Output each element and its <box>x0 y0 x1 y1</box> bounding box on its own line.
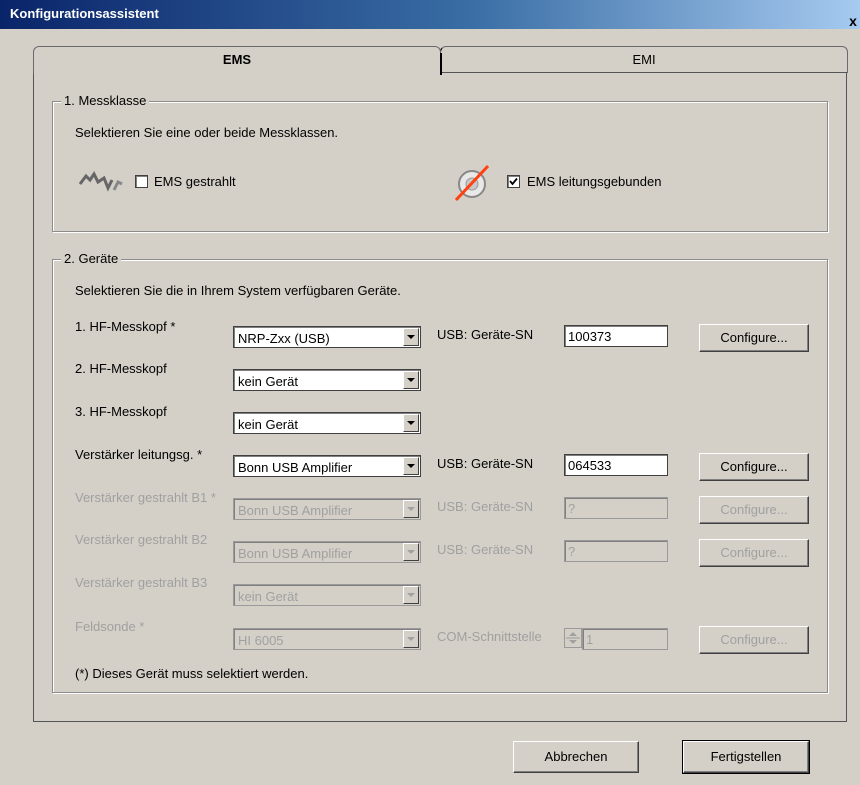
configure-button-verstaerker-gestrahlt-b1[interactable]: Configure... <box>699 496 809 524</box>
device-select-hf-messkopf-3[interactable]: kein Gerät <box>233 412 421 434</box>
device-select-verstaerker-gestrahlt-b3[interactable]: kein Gerät <box>233 584 421 606</box>
geraete-instruction: Selektieren Sie die in Ihrem System verf… <box>75 283 401 298</box>
row-label-hf-messkopf-2: 2. HF-Messkopf <box>75 361 167 376</box>
spinner-arrows-icon <box>566 632 580 644</box>
sn-input-verstaerker-leitungsg[interactable]: 064533 <box>564 454 668 476</box>
chevron-down-icon[interactable] <box>403 500 419 518</box>
device-select-hf-messkopf-1[interactable]: NRP-Zxx (USB) <box>233 326 421 348</box>
chevron-down-icon[interactable] <box>403 371 419 389</box>
chevron-down-icon[interactable] <box>403 414 419 432</box>
iface-label-feldsonde: COM-Schnittstelle <box>437 629 542 644</box>
device-select-feldsonde[interactable]: HI 6005 <box>233 628 421 650</box>
row-label-verstaerker-leitungsg: Verstärker leitungsg. * <box>75 447 203 462</box>
checkbox-ems-leitungsgebunden[interactable] <box>507 175 520 188</box>
finish-button[interactable]: Fertigstellen <box>682 740 810 774</box>
row-label-verstaerker-gestrahlt-b3: Verstärker gestrahlt B3 <box>75 575 208 590</box>
iface-label-hf-messkopf-1: USB: Geräte-SN <box>437 327 534 342</box>
radiated-wave-icon <box>78 170 124 194</box>
row-label-verstaerker-gestrahlt-b1: Verstärker gestrahlt B1 * <box>75 490 216 505</box>
window-title: Konfigurationsassistent <box>10 6 159 21</box>
row-label-hf-messkopf-1: 1. HF-Messkopf * <box>75 319 176 334</box>
check-icon <box>509 177 518 186</box>
row-label-hf-messkopf-3: 3. HF-Messkopf <box>75 404 167 419</box>
com-port-spinner[interactable] <box>564 628 582 648</box>
group-geraete: 2. Geräte Selektieren Sie die in Ihrem S… <box>52 251 828 693</box>
row-label-feldsonde: Feldsonde * <box>75 619 145 634</box>
chevron-down-icon[interactable] <box>403 457 419 475</box>
device-select-verstaerker-gestrahlt-b1[interactable]: Bonn USB Amplifier <box>233 498 421 520</box>
device-select-verstaerker-gestrahlt-b2[interactable]: Bonn USB Amplifier <box>233 541 421 563</box>
group-label-messklasse: 1. Messklasse <box>61 93 150 108</box>
title-bar: Konfigurationsassistent <box>0 0 860 29</box>
configure-button-verstaerker-leitungsg[interactable]: Configure... <box>699 453 809 481</box>
cancel-button[interactable]: Abbrechen <box>513 741 639 773</box>
configure-button-verstaerker-gestrahlt-b2[interactable]: Configure... <box>699 539 809 567</box>
tab-emi[interactable]: EMI <box>440 46 848 73</box>
device-select-verstaerker-leitungsg[interactable]: Bonn USB Amplifier <box>233 455 421 477</box>
group-messklasse: 1. Messklasse Selektieren Sie eine oder … <box>52 93 828 232</box>
sn-input-verstaerker-gestrahlt-b2[interactable]: ? <box>564 540 668 562</box>
messklasse-instruction: Selektieren Sie eine oder beide Messklas… <box>75 125 339 140</box>
sn-input-hf-messkopf-1[interactable]: 100373 <box>564 325 668 347</box>
chevron-down-icon[interactable] <box>403 328 419 346</box>
iface-label-verstaerker-gestrahlt-b1: USB: Geräte-SN <box>437 499 534 514</box>
row-label-verstaerker-gestrahlt-b2: Verstärker gestrahlt B2 <box>75 532 208 547</box>
iface-label-verstaerker-gestrahlt-b2: USB: Geräte-SN <box>437 542 534 557</box>
label-ems-gestrahlt: EMS gestrahlt <box>154 174 236 189</box>
iface-label-verstaerker-leitungsg: USB: Geräte-SN <box>437 456 534 471</box>
chevron-down-icon[interactable] <box>403 630 419 648</box>
checkbox-ems-gestrahlt[interactable] <box>135 175 148 188</box>
close-button[interactable]: x <box>846 14 860 28</box>
sn-input-verstaerker-gestrahlt-b1[interactable]: ? <box>564 497 668 519</box>
group-label-geraete: 2. Geräte <box>61 251 122 266</box>
required-footnote: (*) Dieses Gerät muss selektiert werden. <box>75 666 309 681</box>
device-select-hf-messkopf-2[interactable]: kein Gerät <box>233 369 421 391</box>
chevron-down-icon[interactable] <box>403 543 419 561</box>
tab-ems[interactable]: EMS <box>33 46 442 75</box>
configure-button-hf-messkopf-1[interactable]: Configure... <box>699 324 809 352</box>
com-port-input[interactable]: 1 <box>582 628 668 650</box>
label-ems-leitungsgebunden: EMS leitungsgebunden <box>527 174 662 189</box>
conducted-cable-icon <box>450 160 494 204</box>
chevron-down-icon[interactable] <box>403 586 419 604</box>
tab-panel-ems: 1. Messklasse Selektieren Sie eine oder … <box>33 72 847 722</box>
configure-button-feldsonde[interactable]: Configure... <box>699 626 809 654</box>
